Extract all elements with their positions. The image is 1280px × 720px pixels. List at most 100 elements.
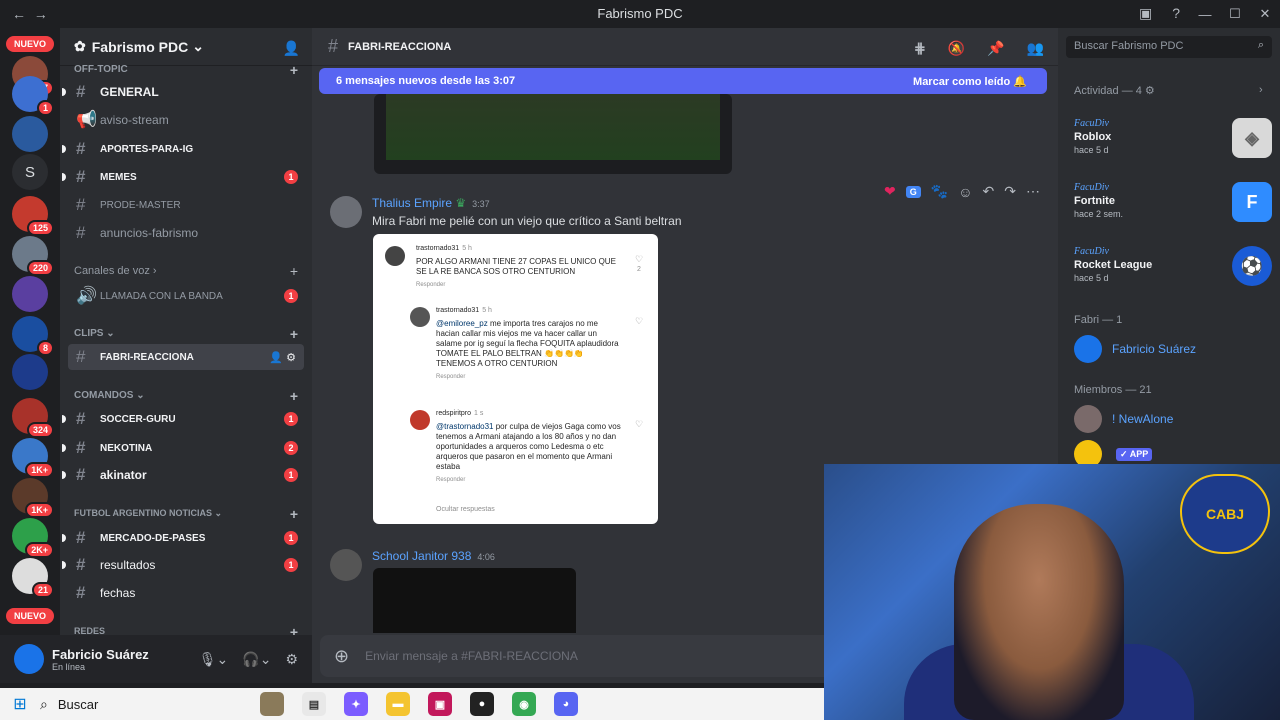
- unread-dot: [62, 534, 66, 542]
- discord-icon[interactable]: ◕: [554, 692, 578, 716]
- close-button[interactable]: ✕: [1250, 0, 1280, 28]
- pin-icon[interactable]: 📌: [987, 40, 1004, 57]
- maximize-button[interactable]: ☐: [1220, 0, 1250, 28]
- server-icon[interactable]: 21: [12, 558, 54, 598]
- video-embed[interactable]: [373, 568, 576, 633]
- mute-bell-icon[interactable]: 🔕: [948, 40, 965, 57]
- server-icon[interactable]: 1K+: [12, 438, 54, 478]
- settings-icon[interactable]: 👤 ⚙: [269, 351, 296, 364]
- channel-resultados[interactable]: # resultados 1: [62, 552, 304, 578]
- inbox-icon[interactable]: ▣: [1139, 5, 1152, 22]
- message-author[interactable]: Thalius Empire ♛ 3:37: [372, 196, 490, 210]
- chevron-right-icon[interactable]: ›: [1259, 84, 1263, 96]
- add-channel-icon[interactable]: +: [290, 326, 298, 342]
- server-icon[interactable]: 125: [12, 196, 54, 236]
- avatar[interactable]: [14, 644, 44, 674]
- channel-akinator[interactable]: # akinator 1: [62, 462, 304, 488]
- channel-aviso-stream[interactable]: 📢 aviso-stream: [68, 107, 304, 133]
- message-author[interactable]: School Janitor 938 4:06: [372, 549, 495, 563]
- gear-icon[interactable]: ⚙: [285, 651, 298, 668]
- server-icon[interactable]: [12, 354, 48, 390]
- file-explorer-icon[interactable]: ▬: [386, 692, 410, 716]
- new-pill[interactable]: NUEVO: [6, 608, 54, 624]
- g-reaction-icon[interactable]: G: [905, 185, 921, 198]
- category-noticias[interactable]: FUTBOL ARGENTINO NOTICIAS ⌄ +: [74, 506, 298, 522]
- chevron-down-icon: ⌄: [192, 38, 204, 54]
- search-input[interactable]: Buscar Fabrismo PDC ⌕: [1066, 36, 1272, 58]
- channel-anuncios-fabrismo[interactable]: # anuncios-fabrismo: [68, 220, 304, 246]
- new-pill[interactable]: NUEVO: [6, 36, 54, 52]
- channel-fechas[interactable]: # fechas: [68, 580, 304, 606]
- more-icon[interactable]: ⋯: [1026, 183, 1040, 200]
- task-view-icon[interactable]: ▤: [302, 692, 326, 716]
- guild-header[interactable]: ✿ Fabrismo PDC ⌄ 👤: [60, 28, 312, 66]
- member-item[interactable]: ! NewAlone: [1074, 405, 1173, 433]
- add-channel-icon[interactable]: +: [290, 62, 298, 78]
- channel-prode-master[interactable]: # PRODE-MASTER: [68, 192, 304, 218]
- server-icon[interactable]: [12, 276, 48, 312]
- server-icon[interactable]: 1: [12, 76, 54, 116]
- category-redes[interactable]: REDES +: [74, 624, 298, 635]
- server-icon[interactable]: [12, 116, 48, 152]
- chrome-icon[interactable]: ◉: [512, 692, 536, 716]
- heart-reaction-icon[interactable]: ❤: [884, 183, 896, 200]
- server-icon[interactable]: 8: [12, 316, 54, 356]
- activity-card[interactable]: FacuDiv Roblox hace 5 d ◈: [1074, 118, 1272, 166]
- members-icon[interactable]: 👥: [1027, 40, 1044, 57]
- member-item[interactable]: Fabricio Suárez: [1074, 335, 1196, 363]
- mark-read-button[interactable]: Marcar como leído 🔔: [913, 75, 1027, 88]
- headphones-icon[interactable]: 🎧⌄: [242, 651, 271, 668]
- activity-card[interactable]: FacuDiv Fortnite hace 2 sem. F: [1074, 182, 1272, 230]
- channel-mercado-de-pases[interactable]: # MERCADO-DE-PASES 1: [62, 525, 304, 551]
- microphone-icon[interactable]: 🎙⌄: [199, 651, 229, 668]
- add-member-icon[interactable]: 👤: [283, 40, 300, 57]
- app-icon[interactable]: ▣: [428, 692, 452, 716]
- reply-icon[interactable]: ↶: [983, 183, 995, 200]
- add-channel-icon[interactable]: +: [290, 263, 298, 279]
- copilot-icon[interactable]: ✦: [344, 692, 368, 716]
- megaphone-icon: 📢: [76, 110, 98, 129]
- windows-start-icon[interactable]: ⊞: [0, 694, 40, 714]
- category-comandos[interactable]: COMANDOS ⌄ +: [74, 388, 298, 404]
- server-icon[interactable]: 2K+: [12, 518, 54, 558]
- new-messages-bar[interactable]: 6 mensajes nuevos desde las 3:07 Marcar …: [319, 68, 1047, 94]
- mention-badge: 1: [284, 468, 298, 482]
- server-icon[interactable]: 324: [12, 398, 54, 438]
- channel-fabri-reacciona[interactable]: # FABRI-REACCIONA 👤 ⚙: [68, 344, 304, 370]
- voice-channel[interactable]: 🔊 LLAMADA CON LA BANDA 1: [68, 283, 304, 309]
- server-icon[interactable]: 1K+: [12, 478, 54, 518]
- category-clips[interactable]: CLIPS ⌄ +: [74, 326, 298, 342]
- member-item[interactable]: ✓ APP: [1074, 440, 1153, 464]
- widget-icon[interactable]: [260, 692, 284, 716]
- channel-memes[interactable]: # MEMES 1: [62, 164, 304, 190]
- taskbar-search[interactable]: ⌕ Buscar: [40, 696, 210, 713]
- avatar: [1074, 440, 1102, 464]
- channel-nekotina[interactable]: # NEKOTINA 2: [62, 435, 304, 461]
- server-icon[interactable]: S: [12, 154, 48, 190]
- category-voice[interactable]: Canales de voz › +: [74, 263, 298, 279]
- activity-card[interactable]: FacuDiv Rocket League hace 5 d ⚽: [1074, 246, 1272, 294]
- forward-icon[interactable]: ↷: [1004, 183, 1016, 200]
- reaction-icon[interactable]: 🐾: [931, 183, 948, 200]
- hash-icon: #: [76, 583, 86, 602]
- category-offtopic[interactable]: off-topic +: [74, 62, 298, 78]
- add-attachment-icon[interactable]: ⊕: [334, 646, 349, 667]
- channel-aportes-para-ig[interactable]: # APORTES-PARA-IG: [62, 136, 304, 162]
- help-icon[interactable]: ?: [1172, 5, 1180, 22]
- add-reaction-icon[interactable]: ☺: [958, 184, 972, 200]
- threads-icon[interactable]: ⋕: [914, 40, 926, 57]
- server-icon[interactable]: 220: [12, 236, 54, 276]
- image-attachment[interactable]: trastornado31 5 h POR ALGO ARMANI TIENE 2…: [373, 234, 658, 524]
- obs-icon[interactable]: ●: [470, 692, 494, 716]
- server-badge: 21: [31, 582, 54, 598]
- channel-general[interactable]: # GENERAL: [62, 79, 304, 105]
- avatar[interactable]: [330, 549, 362, 581]
- minimize-button[interactable]: —: [1190, 0, 1220, 28]
- add-channel-icon[interactable]: +: [290, 506, 298, 522]
- avatar[interactable]: [330, 196, 362, 228]
- add-channel-icon[interactable]: +: [290, 388, 298, 404]
- add-channel-icon[interactable]: +: [290, 624, 298, 635]
- channel-soccer-guru[interactable]: # SOCCER-GURU 1: [62, 406, 304, 432]
- activity-header[interactable]: Actividad — 4 ⚙ ›: [1074, 84, 1263, 97]
- video-embed[interactable]: [374, 94, 732, 174]
